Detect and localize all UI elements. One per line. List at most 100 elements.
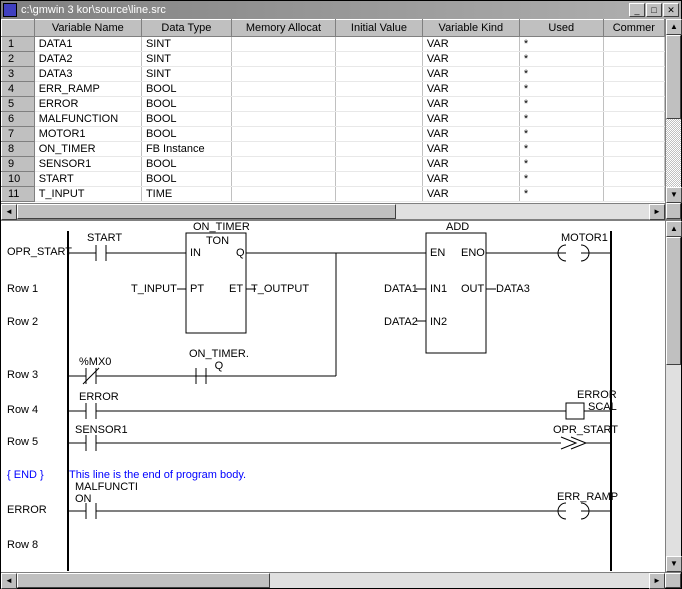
cell-comment[interactable]	[603, 37, 664, 52]
scroll-down-icon[interactable]: ▼	[666, 556, 682, 572]
cell-kind[interactable]: VAR	[422, 82, 519, 97]
rownum-cell[interactable]: 9	[2, 157, 35, 172]
table-row[interactable]: 3DATA3SINTVAR*	[2, 67, 665, 82]
cell-type[interactable]: SINT	[141, 67, 231, 82]
col-comment[interactable]: Commer	[603, 20, 664, 37]
cell-init[interactable]	[336, 112, 423, 127]
cell-name[interactable]: DATA3	[34, 67, 141, 82]
cell-kind[interactable]: VAR	[422, 52, 519, 67]
cell-type[interactable]: BOOL	[141, 82, 231, 97]
cell-kind[interactable]: VAR	[422, 142, 519, 157]
cell-type[interactable]: BOOL	[141, 157, 231, 172]
cell-kind[interactable]: VAR	[422, 157, 519, 172]
table-row[interactable]: 2DATA2SINT VAR*	[2, 52, 665, 67]
cell-mem[interactable]	[231, 97, 335, 112]
cell-type[interactable]: SINT	[141, 37, 231, 52]
cell-kind[interactable]: VAR	[422, 37, 519, 52]
cell-type[interactable]: BOOL	[141, 172, 231, 187]
table-row[interactable]: 9SENSOR1BOOL VAR*	[2, 157, 665, 172]
cell-kind[interactable]: VAR	[422, 187, 519, 202]
scroll-up-icon[interactable]: ▲	[666, 221, 682, 237]
cell-used[interactable]: *	[519, 112, 603, 127]
cell-name[interactable]: ON_TIMER	[34, 142, 141, 157]
cell-comment[interactable]	[603, 142, 664, 157]
rownum-cell[interactable]: 5	[2, 97, 35, 112]
cell-type[interactable]: FB Instance	[141, 142, 231, 157]
col-memory-alloc[interactable]: Memory Allocat	[231, 20, 335, 37]
cell-comment[interactable]	[603, 67, 664, 82]
scroll-right-icon[interactable]: ►	[649, 573, 665, 589]
cell-type[interactable]: BOOL	[141, 97, 231, 112]
rownum-cell[interactable]: 3	[2, 67, 35, 82]
cell-init[interactable]	[336, 52, 423, 67]
rownum-cell[interactable]: 7	[2, 127, 35, 142]
rownum-cell[interactable]: 10	[2, 172, 35, 187]
rownum-cell[interactable]: 11	[2, 187, 35, 202]
cell-type[interactable]: SINT	[141, 52, 231, 67]
rownum-cell[interactable]: 8	[2, 142, 35, 157]
cell-name[interactable]: MOTOR1	[34, 127, 141, 142]
table-row[interactable]: 1DATA1SINTVAR*	[2, 37, 665, 52]
cell-comment[interactable]	[603, 97, 664, 112]
cell-used[interactable]: *	[519, 52, 603, 67]
cell-name[interactable]: MALFUNCTION	[34, 112, 141, 127]
scroll-left-icon[interactable]: ◄	[1, 573, 17, 589]
rownum-cell[interactable]: 2	[2, 52, 35, 67]
cell-mem[interactable]	[231, 112, 335, 127]
col-initial-value[interactable]: Initial Value	[336, 20, 423, 37]
cell-comment[interactable]	[603, 157, 664, 172]
cell-init[interactable]	[336, 37, 423, 52]
cell-comment[interactable]	[603, 172, 664, 187]
cell-used[interactable]: *	[519, 187, 603, 202]
cell-used[interactable]: *	[519, 127, 603, 142]
cell-init[interactable]	[336, 157, 423, 172]
top-vscrollbar[interactable]: ▲ ▼	[665, 19, 681, 219]
rownum-cell[interactable]: 6	[2, 112, 35, 127]
maximize-button[interactable]: □	[646, 3, 662, 17]
cell-type[interactable]: BOOL	[141, 127, 231, 142]
cell-used[interactable]: *	[519, 82, 603, 97]
cell-comment[interactable]	[603, 187, 664, 202]
cell-mem[interactable]	[231, 37, 335, 52]
table-row[interactable]: 6MALFUNCTIONBOOL VAR*	[2, 112, 665, 127]
cell-type[interactable]: TIME	[141, 187, 231, 202]
ladder-vscrollbar[interactable]: ▲ ▼	[665, 221, 681, 572]
cell-comment[interactable]	[603, 52, 664, 67]
table-row[interactable]: 8ON_TIMERFB InstanceVAR*	[2, 142, 665, 157]
ladder-hscrollbar[interactable]: ◄ ►	[1, 572, 681, 588]
cell-kind[interactable]: VAR	[422, 67, 519, 82]
cell-comment[interactable]	[603, 82, 664, 97]
scroll-up-icon[interactable]: ▲	[666, 19, 682, 35]
cell-name[interactable]: ERROR	[34, 97, 141, 112]
cell-init[interactable]	[336, 142, 423, 157]
cell-used[interactable]: *	[519, 172, 603, 187]
cell-name[interactable]: SENSOR1	[34, 157, 141, 172]
table-row[interactable]: 10STARTBOOLVAR*	[2, 172, 665, 187]
minimize-button[interactable]: _	[629, 3, 645, 17]
cell-kind[interactable]: VAR	[422, 112, 519, 127]
ladder-canvas[interactable]: OPR_START Row 1 Row 2 Row 3 Row 4 Row 5 …	[1, 221, 665, 572]
cell-mem[interactable]	[231, 52, 335, 67]
table-row[interactable]: 11T_INPUTTIME VAR*	[2, 187, 665, 202]
cell-name[interactable]: START	[34, 172, 141, 187]
cell-init[interactable]	[336, 82, 423, 97]
scroll-right-icon[interactable]: ►	[649, 204, 665, 220]
cell-name[interactable]: T_INPUT	[34, 187, 141, 202]
variable-grid[interactable]: Variable Name Data Type Memory Allocat I…	[1, 19, 665, 203]
rownum-header[interactable]	[2, 20, 35, 37]
cell-used[interactable]: *	[519, 97, 603, 112]
col-used[interactable]: Used	[519, 20, 603, 37]
rownum-cell[interactable]: 4	[2, 82, 35, 97]
cell-init[interactable]	[336, 97, 423, 112]
table-row[interactable]: 7MOTOR1BOOLVAR*	[2, 127, 665, 142]
rownum-cell[interactable]: 1	[2, 37, 35, 52]
cell-comment[interactable]	[603, 112, 664, 127]
cell-type[interactable]: BOOL	[141, 112, 231, 127]
cell-name[interactable]: DATA1	[34, 37, 141, 52]
table-row[interactable]: 4ERR_RAMPBOOLVAR*	[2, 82, 665, 97]
scroll-left-icon[interactable]: ◄	[1, 204, 17, 220]
cell-used[interactable]: *	[519, 157, 603, 172]
cell-init[interactable]	[336, 127, 423, 142]
cell-mem[interactable]	[231, 187, 335, 202]
cell-name[interactable]: DATA2	[34, 52, 141, 67]
